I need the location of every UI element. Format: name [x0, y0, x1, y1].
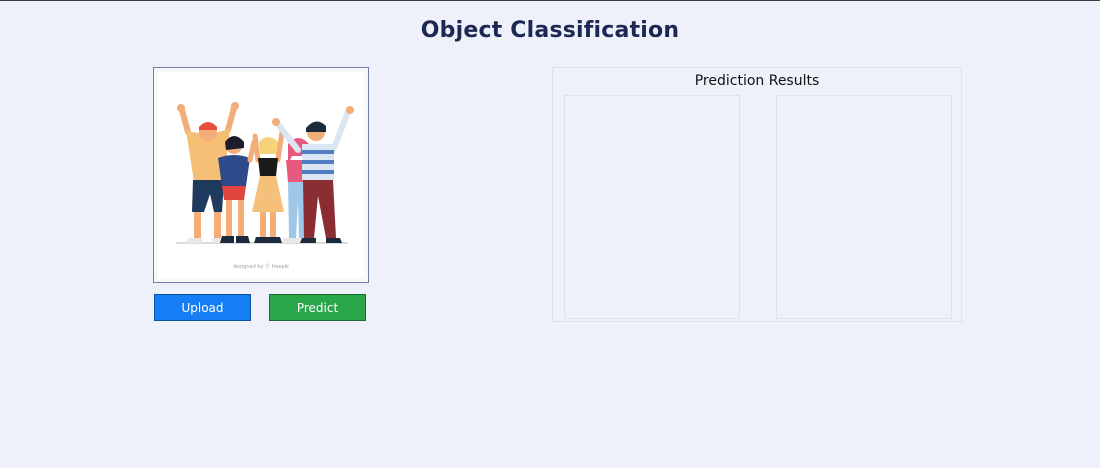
page-title: Object Classification [420, 18, 680, 43]
results-title: Prediction Results [694, 73, 820, 89]
prediction-results-panel: Prediction Results [552, 67, 962, 322]
image-preview: designed by Ⓕ freepik [153, 67, 369, 283]
result-box-right [776, 95, 952, 319]
result-box-left [564, 95, 740, 319]
preview-image-area: designed by Ⓕ freepik [158, 72, 364, 278]
predict-button[interactable]: Predict [269, 294, 366, 321]
group-people-illustration-icon [176, 102, 354, 244]
image-credit: designed by Ⓕ freepik [232, 264, 290, 270]
upload-button[interactable]: Upload [154, 294, 251, 321]
